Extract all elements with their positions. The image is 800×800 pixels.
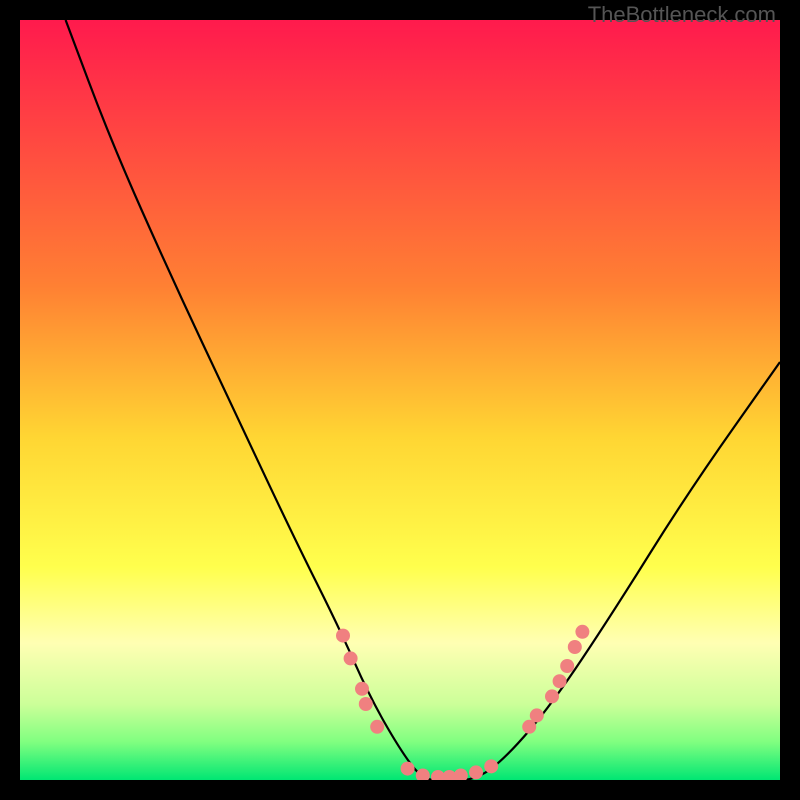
- marker-point: [469, 765, 483, 779]
- marker-point: [484, 759, 498, 773]
- plot-area: [20, 20, 780, 780]
- chart-frame: TheBottleneck.com: [0, 0, 800, 800]
- marker-point: [401, 762, 415, 776]
- marker-point: [575, 625, 589, 639]
- marker-point: [522, 720, 536, 734]
- watermark-text: TheBottleneck.com: [588, 2, 776, 28]
- marker-point: [355, 682, 369, 696]
- marker-point: [344, 651, 358, 665]
- marker-point: [553, 674, 567, 688]
- chart-svg: [20, 20, 780, 780]
- marker-point: [370, 720, 384, 734]
- marker-point: [545, 689, 559, 703]
- marker-point: [560, 659, 574, 673]
- gradient-background: [20, 20, 780, 780]
- marker-point: [530, 708, 544, 722]
- marker-point: [359, 697, 373, 711]
- marker-point: [336, 629, 350, 643]
- marker-point: [568, 640, 582, 654]
